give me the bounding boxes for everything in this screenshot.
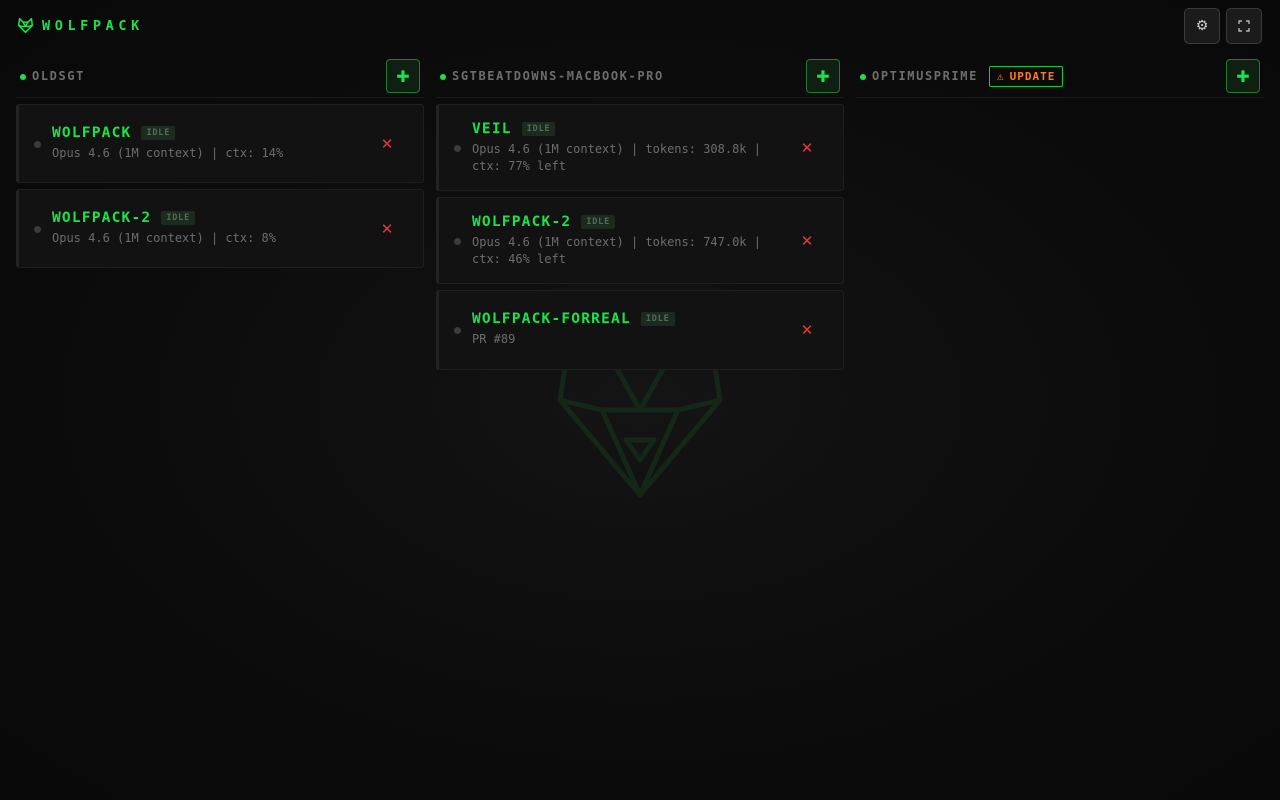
app-logo: WOLFPACK: [17, 17, 144, 34]
session-detail: Opus 4.6 (1M context) | tokens: 308.8k |…: [472, 142, 761, 173]
session-detail: Opus 4.6 (1M context) | tokens: 747.0k |…: [472, 235, 761, 266]
update-label: UPDATE: [1009, 70, 1056, 83]
host-column-sgtbeatdowns-macbook-pro: SGTBEATDOWNS-MACBOOK-PRO ✚ VEIL IDLE Opu…: [436, 58, 844, 376]
host-online-dot: [860, 74, 866, 80]
session-detail: PR #89: [472, 332, 516, 346]
status-dot: [34, 140, 41, 148]
plus-icon: ✚: [816, 66, 830, 86]
update-button[interactable]: ⚠ UPDATE: [989, 66, 1064, 87]
add-session-button[interactable]: ✚: [1226, 59, 1260, 93]
close-icon: ✕: [800, 138, 814, 157]
session-detail: Opus 4.6 (1M context) | ctx: 14%: [52, 146, 284, 160]
session-card[interactable]: WOLFPACK-FORREAL IDLE PR #89 ✕: [436, 290, 844, 370]
host-column-oldsgt: OLDSGT ✚ WOLFPACK IDLE Opus 4.6 (1M cont…: [16, 58, 424, 274]
gear-icon: ⚙: [1195, 18, 1209, 34]
status-dot: [34, 225, 41, 233]
status-badge: IDLE: [141, 126, 176, 140]
fullscreen-icon: [1238, 20, 1250, 32]
settings-button[interactable]: ⚙: [1184, 8, 1220, 44]
wolf-logo-icon: [17, 17, 34, 34]
close-session-button[interactable]: ✕: [377, 134, 397, 154]
status-dot: [454, 327, 461, 334]
status-dot: [454, 237, 461, 245]
warning-icon: ⚠: [997, 70, 1005, 83]
host-name: OLDSGT: [32, 69, 85, 83]
session-card[interactable]: WOLFPACK-2 IDLE Opus 4.6 (1M context) | …: [436, 197, 844, 284]
close-session-button[interactable]: ✕: [797, 231, 817, 251]
app-title: WOLFPACK: [42, 17, 144, 34]
host-column-optimusprime: OPTIMUSPRIME ⚠ UPDATE ✚: [856, 58, 1264, 104]
plus-icon: ✚: [396, 66, 410, 86]
plus-icon: ✚: [1236, 66, 1250, 86]
close-icon: ✕: [380, 219, 394, 238]
host-online-dot: [440, 74, 446, 80]
host-header: OLDSGT ✚: [16, 58, 424, 98]
close-session-button[interactable]: ✕: [797, 138, 817, 158]
status-badge: IDLE: [640, 312, 675, 326]
session-name: VEIL: [472, 121, 512, 137]
close-icon: ✕: [800, 321, 814, 339]
session-card[interactable]: WOLFPACK IDLE Opus 4.6 (1M context) | ct…: [16, 104, 424, 183]
host-online-dot: [20, 74, 26, 80]
status-badge: IDLE: [521, 122, 556, 136]
session-card[interactable]: VEIL IDLE Opus 4.6 (1M context) | tokens…: [436, 104, 844, 191]
close-icon: ✕: [800, 231, 814, 250]
close-icon: ✕: [380, 134, 394, 153]
session-detail: Opus 4.6 (1M context) | ctx: 8%: [52, 231, 276, 245]
session-name: WOLFPACK-FORREAL: [472, 311, 631, 327]
add-session-button[interactable]: ✚: [386, 59, 420, 93]
status-badge: IDLE: [161, 211, 195, 225]
session-name: WOLFPACK: [52, 125, 132, 141]
close-session-button[interactable]: ✕: [377, 219, 397, 239]
close-session-button[interactable]: ✕: [797, 320, 817, 340]
session-card[interactable]: WOLFPACK-2 IDLE Opus 4.6 (1M context) | …: [16, 189, 424, 268]
status-dot: [454, 144, 461, 152]
host-header: SGTBEATDOWNS-MACBOOK-PRO ✚: [436, 58, 844, 98]
host-name: SGTBEATDOWNS-MACBOOK-PRO: [452, 69, 664, 83]
add-session-button[interactable]: ✚: [806, 59, 840, 93]
host-name: OPTIMUSPRIME: [872, 69, 978, 83]
fullscreen-button[interactable]: [1226, 8, 1262, 44]
status-badge: IDLE: [581, 215, 615, 229]
top-bar: WOLFPACK ⚙: [0, 0, 1280, 52]
session-name: WOLFPACK-2: [472, 214, 572, 230]
session-name: WOLFPACK-2: [52, 210, 152, 226]
host-header: OPTIMUSPRIME ⚠ UPDATE ✚: [856, 58, 1264, 98]
